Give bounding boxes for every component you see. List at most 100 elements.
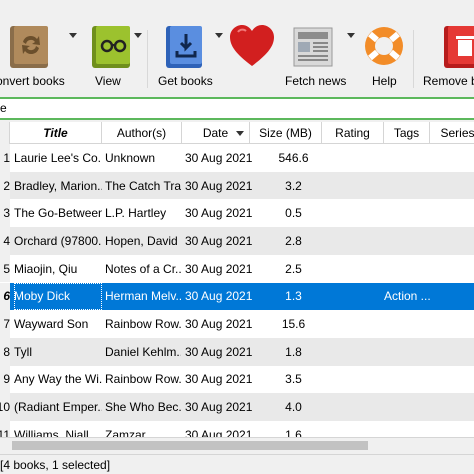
view-dropdown-arrow[interactable]: [134, 33, 142, 38]
table-header: Title Author(s) Date Size (MB) Rating Ta…: [0, 122, 474, 144]
cell-authors: She Who Bec...: [105, 400, 181, 415]
cell-title: (Radiant Emper...: [14, 400, 102, 415]
cell-tags: [384, 366, 432, 394]
row-number: 6: [0, 282, 10, 311]
cell-authors: Notes of a Cr...: [105, 261, 181, 276]
table-row[interactable]: 3 The Go-Between L.P. Hartley 30 Aug 2021 0.…: [0, 199, 474, 228]
cell-date: 30 Aug 2021: [185, 233, 253, 248]
cell-authors: The Catch Trap: [105, 178, 181, 193]
cell-size: 1.8: [285, 344, 302, 359]
toolbar-separator: [147, 30, 148, 88]
cell-tags: [384, 310, 432, 338]
remove-books-label: Remove bo: [423, 74, 474, 88]
table-row[interactable]: 5 Miaojin, Qiu Notes of a Cr... 30 Aug 2021…: [0, 254, 474, 283]
cell-authors: L.P. Hartley: [105, 206, 167, 221]
heart-icon: [230, 25, 274, 66]
table-row[interactable]: 4 Orchard (97800... Hopen, David 30 Aug 202…: [0, 227, 474, 255]
cell-title: Any Way the Wi...: [14, 372, 102, 387]
row-number: 9: [0, 365, 10, 394]
row-number: 8: [0, 337, 10, 366]
search-input-value: e: [0, 101, 7, 115]
cell-authors: Hopen, David: [105, 233, 178, 248]
cell-title: Wayward Son: [14, 317, 89, 332]
cell-size: 0.5: [285, 206, 302, 221]
row-number: 7: [0, 310, 10, 338]
row-number: 4: [0, 227, 10, 255]
cell-tags: [384, 255, 432, 283]
remove-books-button[interactable]: Remove bo: [420, 22, 474, 92]
table-row[interactable]: 9 Any Way the Wi... Rainbow Row... 30 Aug 2…: [0, 365, 474, 394]
table-row[interactable]: 7 Wayward Son Rainbow Row... 30 Aug 2021 15.…: [0, 310, 474, 338]
row-number: 3: [0, 199, 10, 228]
table-row[interactable]: 2 Bradley, Marion... The Catch Trap 30 Aug …: [0, 171, 474, 200]
cell-size: 15.6: [281, 317, 306, 332]
get-books-icon: [166, 26, 202, 68]
row-number-header: [0, 122, 10, 144]
table-row[interactable]: 1 Laurie Lee's Co... Unknown 30 Aug 2021 546…: [0, 144, 474, 172]
cell-size: 3.2: [285, 178, 302, 193]
cell-tags: [384, 338, 432, 366]
cell-date: 30 Aug 2021: [185, 261, 253, 276]
book-list-table: Title Author(s) Date Size (MB) Rating Ta…: [0, 122, 474, 452]
cell-size: 1.3: [285, 289, 302, 304]
cell-authors: Unknown: [105, 150, 156, 165]
horizontal-scrollbar[interactable]: [0, 437, 474, 453]
cell-date: 30 Aug 2021: [185, 206, 253, 221]
cell-size: 4.0: [285, 400, 302, 415]
column-header-size[interactable]: Size (MB): [250, 122, 322, 144]
row-number: 5: [0, 254, 10, 283]
convert-books-button[interactable]: onvert books: [0, 22, 68, 92]
remove-books-icon: [444, 26, 474, 68]
cell-title: Tyll: [14, 344, 32, 359]
cell-tags: Action ...: [384, 289, 431, 304]
table-row[interactable]: 6 Moby Dick Herman Melv... 30 Aug 2021 1.3 Ac…: [0, 282, 474, 311]
cell-title: Miaojin, Qiu: [14, 261, 78, 276]
column-header-authors[interactable]: Author(s): [102, 122, 182, 144]
cell-tags: [384, 199, 432, 227]
search-input[interactable]: e: [0, 97, 474, 120]
view-icon: [92, 26, 130, 68]
cell-authors: Daniel Kehlm...: [105, 344, 181, 359]
cell-title: Laurie Lee's Co...: [14, 150, 102, 165]
cell-title: Bradley, Marion...: [14, 178, 102, 193]
view-label: View: [95, 74, 121, 88]
cell-tags: [384, 172, 432, 200]
cell-date: 30 Aug 2021: [185, 344, 253, 359]
donate-button[interactable]: [228, 22, 276, 92]
status-bar: [4 books, 1 selected]: [0, 454, 474, 474]
view-button[interactable]: View: [88, 22, 130, 92]
column-header-rating[interactable]: Rating: [322, 122, 384, 144]
cell-size: 2.5: [285, 261, 302, 276]
cell-title: The Go-Between: [14, 206, 102, 221]
get-books-button[interactable]: Get books: [158, 22, 213, 92]
row-number: 2: [0, 171, 10, 200]
row-number: 10: [0, 393, 10, 421]
sort-descending-icon: [236, 131, 244, 136]
help-label: Help: [372, 74, 397, 88]
get-books-dropdown-arrow[interactable]: [215, 33, 223, 38]
row-number: 1: [0, 144, 10, 172]
fetch-news-dropdown-arrow[interactable]: [347, 33, 355, 38]
table-row[interactable]: 10 (Radiant Emper...She Who Bec... 30 Aug …: [0, 393, 474, 421]
fetch-news-icon: [293, 27, 333, 67]
cell-authors: Herman Melv...: [105, 289, 181, 304]
convert-books-dropdown-arrow[interactable]: [69, 33, 77, 38]
help-button[interactable]: Help: [360, 22, 408, 92]
scrollbar-thumb[interactable]: [12, 441, 368, 450]
fetch-news-label: Fetch news: [285, 74, 347, 88]
column-header-series[interactable]: Series: [430, 122, 474, 144]
column-header-title[interactable]: Title: [10, 122, 102, 144]
column-header-tags[interactable]: Tags: [384, 122, 430, 144]
status-text: [4 books, 1 selected]: [0, 458, 111, 472]
cell-size: 546.6: [278, 150, 309, 165]
fetch-news-button[interactable]: Fetch news: [284, 22, 346, 92]
convert-books-label: onvert books: [0, 74, 65, 88]
cell-authors: Rainbow Row...: [105, 317, 181, 332]
cell-title: Moby Dick: [14, 282, 102, 311]
cell-size: 3.5: [285, 372, 302, 387]
help-icon: [365, 27, 403, 65]
toolbar-separator: [413, 30, 414, 88]
cell-tags: [384, 144, 432, 172]
table-row[interactable]: 8 Tyll Daniel Kehlm... 30 Aug 2021 1.8: [0, 337, 474, 366]
cell-date: 30 Aug 2021: [185, 372, 253, 387]
